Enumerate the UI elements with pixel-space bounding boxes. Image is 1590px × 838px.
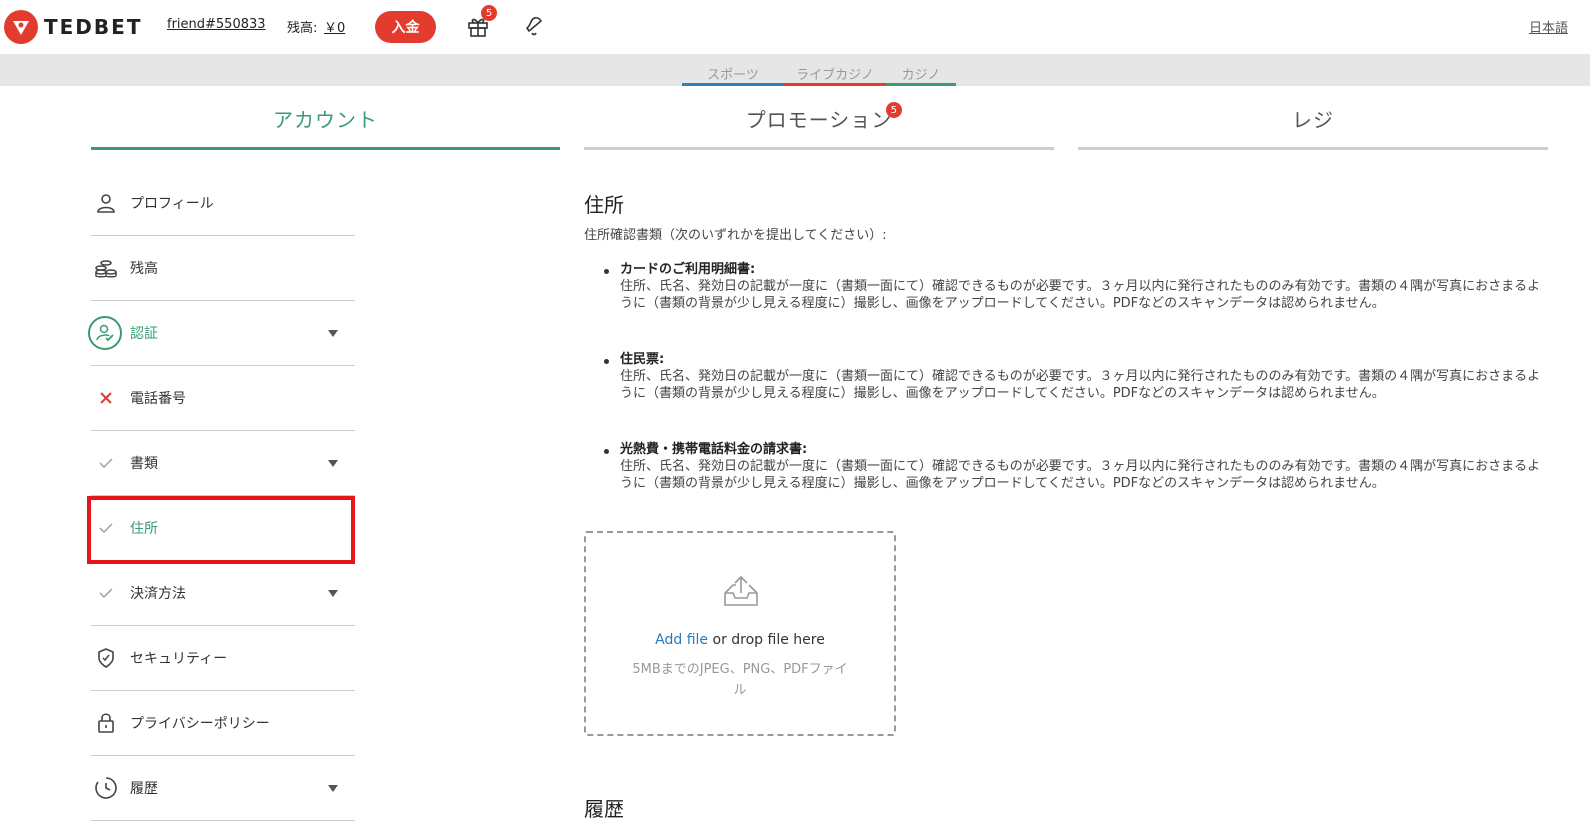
top-header: TEDBET friend#550833 残高: ￥0 入金 5 日本語 — [0, 0, 1590, 54]
chevron-down-icon[interactable] — [328, 589, 338, 597]
balance-label: 残高: — [287, 21, 318, 36]
sidebar-item-label: 電話番号 — [130, 391, 186, 407]
tab-cashier[interactable]: レジ — [1078, 104, 1548, 150]
document-title: 光熱費・携帯電話料金の請求書: — [620, 442, 808, 457]
lock-icon — [91, 708, 121, 738]
sidebar-item-label: プライバシーポリシー — [130, 716, 270, 732]
sidebar-item-label: 書類 — [130, 456, 158, 472]
chevron-down-icon[interactable] — [328, 329, 338, 337]
sidebar-item-documents[interactable]: 書類 — [91, 431, 355, 496]
clock-icon — [91, 773, 121, 803]
document-description: 住所、氏名、発効日の記載が一度に（書類一面にて）確認できるものが必要です。３ヶ月… — [620, 459, 1541, 491]
check-icon — [91, 578, 121, 608]
highlight-annotation — [87, 496, 355, 564]
document-title: 住民票: — [620, 352, 665, 367]
sidebar-item-label: プロフィール — [130, 196, 214, 212]
dropzone-prompt: Add file or drop file here — [586, 632, 894, 648]
check-icon — [91, 448, 121, 478]
cross-icon — [91, 383, 121, 413]
product-tab-underline — [682, 83, 784, 86]
tab-label: レジ — [1292, 108, 1334, 132]
tab-label: プロモーション — [745, 108, 893, 132]
page-title: 住所 — [584, 193, 624, 217]
sidebar-item-label: セキュリティー — [130, 651, 228, 667]
product-nav: スポーツ ライブカジノ カジノ — [0, 54, 1590, 86]
product-tab-sports[interactable]: スポーツ — [682, 64, 784, 86]
dropzone-hint: 5MBまでのJPEG、PNG、PDFファイル — [632, 662, 848, 698]
dropzone-text: or drop file here — [708, 632, 825, 648]
product-tab-live-casino[interactable]: ライブカジノ — [784, 64, 886, 86]
product-tab-label: ライブカジノ — [796, 68, 874, 83]
deposit-button[interactable]: 入金 — [375, 11, 436, 43]
add-file-link[interactable]: Add file — [655, 632, 708, 648]
sidebar-item-label: 履歴 — [130, 781, 158, 797]
tab-account[interactable]: アカウント — [91, 104, 560, 150]
document-title: カードのご利用明細書: — [620, 262, 756, 277]
sidebar-item-history[interactable]: 履歴 — [91, 756, 355, 821]
list-item: 光熱費・携帯電話料金の請求書: 住所、氏名、発効日の記載が一度に（書類一面にて）… — [604, 442, 1544, 492]
sidebar-item-payment-methods[interactable]: 決済方法 — [91, 561, 355, 626]
tab-underline — [1078, 147, 1548, 150]
shield-icon — [91, 643, 121, 673]
tab-underline — [91, 147, 560, 150]
balance-value[interactable]: ￥0 — [324, 17, 345, 36]
list-item: カードのご利用明細書: 住所、氏名、発効日の記載が一度に（書類一面にて）確認でき… — [604, 262, 1544, 312]
gift-button[interactable]: 5 — [466, 5, 497, 38]
coins-icon — [91, 253, 121, 283]
sidebar-item-label: 残高 — [130, 261, 158, 277]
user-icon — [91, 188, 121, 218]
tab-underline — [584, 147, 1054, 150]
product-tab-label: スポーツ — [707, 68, 759, 83]
product-tab-label: カジノ — [901, 68, 941, 83]
tab-label-wrap: プロモーション 5 — [745, 102, 903, 132]
sidebar-item-label: 決済方法 — [130, 586, 186, 602]
promotions-count-badge: 5 — [886, 102, 903, 118]
brand-logo[interactable]: TEDBET — [4, 10, 142, 44]
tab-promotions[interactable]: プロモーション 5 — [584, 102, 1054, 150]
verified-user-icon — [88, 316, 122, 350]
notification-button[interactable] — [523, 14, 547, 38]
bell-icon — [526, 17, 542, 36]
chevron-down-icon[interactable] — [328, 784, 338, 792]
sidebar-item-profile[interactable]: プロフィール — [91, 171, 355, 236]
sidebar-item-label: 認証 — [130, 326, 158, 342]
history-section-title: 履歴 — [584, 797, 624, 821]
logo-emblem-icon — [4, 10, 38, 44]
sidebar-item-security[interactable]: セキュリティー — [91, 626, 355, 691]
sidebar-item-phone[interactable]: 電話番号 — [91, 366, 355, 431]
tab-label: アカウント — [273, 108, 378, 132]
list-item: 住民票: 住所、氏名、発効日の記載が一度に（書類一面にて）確認できるものが必要で… — [604, 352, 1544, 402]
sidebar-item-privacy-policy[interactable]: プライバシーポリシー — [91, 691, 355, 756]
document-description: 住所、氏名、発効日の記載が一度に（書類一面にて）確認できるものが必要です。３ヶ月… — [620, 369, 1541, 401]
chevron-down-icon[interactable] — [328, 459, 338, 467]
page-subtitle: 住所確認書類（次のいずれかを提出してください）: — [584, 228, 887, 243]
product-tab-underline — [886, 83, 956, 86]
sidebar-item-verification[interactable]: 認証 — [88, 301, 355, 366]
brand-name: TEDBET — [44, 15, 143, 39]
document-description: 住所、氏名、発効日の記載が一度に（書類一面にて）確認できるものが必要です。３ヶ月… — [620, 279, 1541, 311]
file-dropzone[interactable]: Add file or drop file here 5MBまでのJPEG、PN… — [584, 531, 896, 736]
product-tab-casino[interactable]: カジノ — [886, 64, 956, 86]
upload-tray-icon — [721, 573, 761, 609]
document-list: カードのご利用明細書: 住所、氏名、発効日の記載が一度に（書類一面にて）確認でき… — [604, 262, 1544, 532]
product-tab-underline — [784, 83, 886, 86]
gift-count-badge: 5 — [481, 5, 497, 21]
language-selector[interactable]: 日本語 — [1529, 17, 1568, 36]
username-link[interactable]: friend#550833 — [167, 17, 266, 32]
sidebar-item-balance[interactable]: 残高 — [91, 236, 355, 301]
